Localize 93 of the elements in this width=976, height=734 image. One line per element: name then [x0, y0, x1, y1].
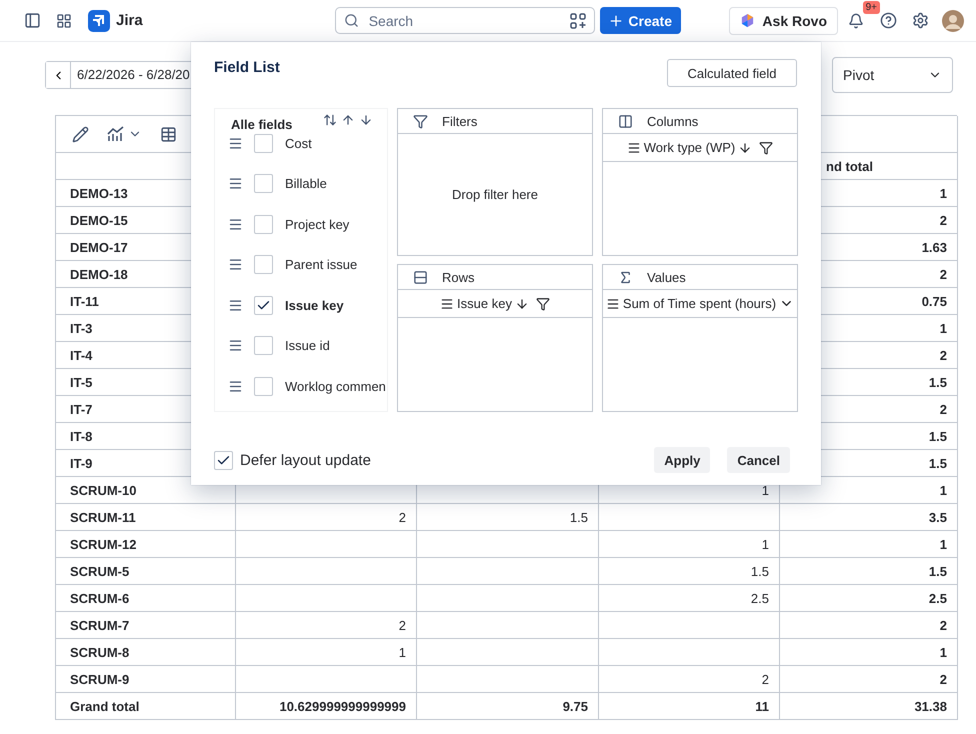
drag-handle-icon — [440, 296, 454, 310]
row-key-cell: SCRUM-12 — [56, 531, 236, 558]
notifications-icon[interactable] — [848, 12, 864, 28]
drag-handle-icon — [626, 140, 641, 154]
filter-icon — [536, 296, 550, 310]
field-label: Project key — [285, 216, 350, 232]
sort-arrow-icon — [514, 296, 529, 310]
table-cell: 10.629999999999999 — [236, 693, 417, 720]
filter-icon — [413, 114, 428, 128]
table-cell: 1.5 — [599, 558, 780, 585]
calculated-field-button[interactable]: Calculated field — [667, 59, 797, 87]
table-cell: 9.75 — [417, 693, 599, 720]
table-cell: 3.5 — [780, 504, 958, 531]
checkbox[interactable] — [254, 174, 273, 194]
grid-plus-icon[interactable] — [570, 12, 586, 28]
checkbox[interactable] — [254, 336, 273, 356]
columns-icon — [618, 114, 633, 128]
zone-title: Values — [647, 270, 686, 284]
table-cell: 2 — [236, 612, 417, 639]
app-name: Jira — [116, 12, 143, 29]
table-cell: 1.5 — [417, 504, 599, 531]
avatar[interactable] — [942, 10, 964, 32]
table-cell: 2.5 — [780, 585, 958, 612]
create-button[interactable]: Create — [600, 7, 681, 34]
checkbox[interactable] — [214, 450, 233, 470]
filter-icon — [759, 140, 774, 154]
drag-handle-icon — [606, 296, 620, 310]
drag-handle-icon[interactable] — [228, 176, 243, 192]
table-cell: 2 — [780, 666, 958, 693]
zone-title: Rows — [442, 270, 475, 284]
column-header: nd total — [825, 158, 873, 174]
fields-title: Alle fields — [231, 116, 292, 132]
checkbox[interactable] — [254, 255, 273, 274]
row-key-cell: Grand total — [56, 693, 236, 720]
drag-handle-icon[interactable] — [228, 257, 243, 272]
sort-descending-icon[interactable] — [359, 113, 373, 127]
view-select[interactable]: Pivot — [832, 57, 953, 93]
table-icon[interactable] — [160, 126, 177, 142]
drop-hint: Drop filter here — [452, 187, 538, 202]
cancel-button[interactable]: Cancel — [727, 447, 790, 473]
search-field[interactable]: Search — [334, 7, 595, 34]
table-cell: 1 — [236, 639, 417, 666]
zone-title: Filters — [442, 114, 478, 128]
field-label: Issue id — [285, 338, 330, 354]
field-label: Cost — [285, 136, 312, 151]
field-chip[interactable]: Work type (WP) — [603, 134, 797, 162]
row-key-cell: SCRUM-11 — [56, 504, 236, 531]
sigma-icon — [618, 270, 633, 284]
table-cell: 2 — [780, 612, 958, 639]
field-label: Billable — [285, 176, 327, 192]
table-cell: 1 — [780, 639, 958, 666]
apply-button[interactable]: Apply — [654, 447, 710, 473]
notification-badge: 9+ — [862, 0, 880, 14]
sort-ascending-icon[interactable] — [341, 113, 355, 127]
field-chip[interactable]: Issue key — [398, 290, 592, 318]
table-cell: 1 — [599, 531, 780, 558]
table-cell: 2.5 — [599, 585, 780, 612]
logo-icon[interactable] — [88, 10, 110, 32]
field-chip[interactable]: Sum of Time spent (hours) — [603, 290, 797, 318]
drag-handle-icon[interactable] — [228, 136, 243, 151]
zone-title: Columns — [647, 114, 698, 128]
sort-icon[interactable] — [323, 113, 337, 127]
ask-rovo-button[interactable]: Ask Rovo — [729, 6, 838, 34]
checkbox[interactable] — [254, 214, 273, 234]
drag-handle-icon[interactable] — [228, 298, 243, 313]
table-cell: 1.5 — [780, 558, 958, 585]
drag-handle-icon[interactable] — [228, 338, 243, 354]
checkbox[interactable] — [254, 376, 273, 396]
search-input[interactable]: Search — [366, 12, 562, 30]
drag-handle-icon[interactable] — [228, 378, 243, 394]
table-cell: 11 — [599, 693, 780, 720]
row-key-cell: SCRUM-6 — [56, 585, 236, 612]
row-key-cell: SCRUM-9 — [56, 666, 236, 693]
pencil-icon[interactable] — [72, 126, 89, 142]
field-label: Issue key — [285, 298, 344, 313]
rows-icon — [413, 270, 428, 284]
field-label: Worklog commen — [285, 378, 386, 394]
drag-handle-icon[interactable] — [228, 216, 243, 232]
checkbox[interactable] — [254, 134, 273, 153]
table-cell: 31.38 — [780, 693, 958, 720]
table-cell: 2 — [236, 504, 417, 531]
chart-icon[interactable] — [107, 126, 142, 142]
checkbox[interactable] — [254, 296, 273, 315]
row-key-cell: SCRUM-7 — [56, 612, 236, 639]
table-cell: 1 — [780, 531, 958, 558]
rovo-logo-icon — [740, 13, 756, 28]
checkbox-label: Defer layout update — [240, 452, 371, 468]
dialog-title: Field List — [214, 59, 280, 76]
row-key-cell: SCRUM-5 — [56, 558, 236, 585]
search-icon — [344, 13, 359, 28]
row-key-cell: SCRUM-8 — [56, 639, 236, 666]
table-cell: 2 — [599, 666, 780, 693]
field-label: Parent issue — [285, 257, 358, 272]
